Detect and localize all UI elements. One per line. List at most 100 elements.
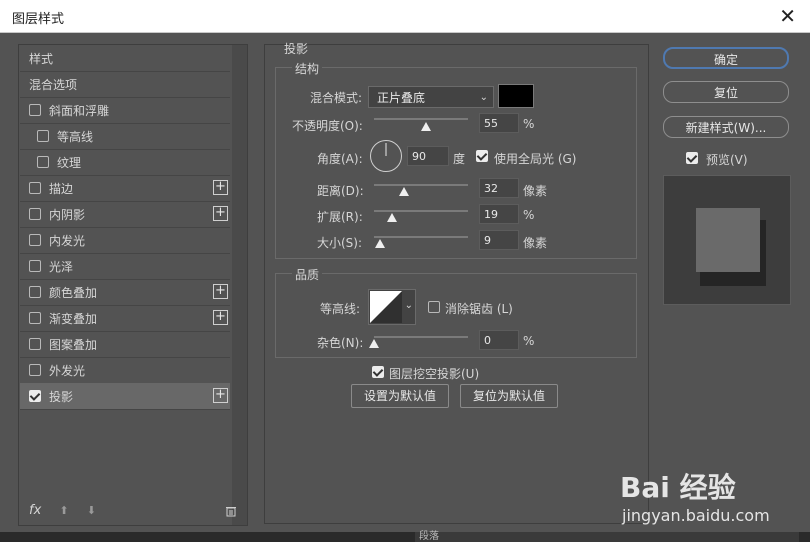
add-effect-icon[interactable]: + [213, 284, 228, 299]
angle-dial[interactable] [369, 139, 403, 173]
angle-unit: 度 [453, 152, 466, 166]
distance-unit: 像素 [523, 184, 548, 198]
style-checkbox[interactable] [29, 234, 41, 246]
antialias-checkbox[interactable] [428, 301, 440, 313]
style-checkbox[interactable] [29, 312, 41, 324]
style-list-label: 图案叠加 [49, 337, 98, 352]
distance-slider-track[interactable] [374, 184, 468, 186]
opacity-slider-track[interactable] [374, 118, 468, 120]
style-list-item[interactable]: 颜色叠加 + [20, 279, 230, 306]
opacity-field[interactable]: 55 [479, 113, 519, 133]
style-list-item[interactable]: 内发光 [20, 227, 230, 254]
size-slider-track[interactable] [374, 236, 468, 238]
style-checkbox[interactable] [37, 130, 49, 142]
size-slider-thumb[interactable] [374, 239, 385, 248]
section-title: 投影 [284, 42, 309, 56]
add-effect-icon[interactable]: + [213, 206, 228, 221]
background-app-bar: 段落 [0, 532, 810, 542]
style-checkbox[interactable] [29, 182, 41, 194]
spread-slider-thumb[interactable] [386, 213, 397, 222]
style-list-item[interactable]: 光泽 [20, 253, 230, 280]
close-icon[interactable]: ✕ [779, 4, 796, 28]
ok-button[interactable]: 确定 [663, 47, 789, 69]
knockout-label: 图层挖空投影(U) [389, 367, 480, 381]
spread-field[interactable]: 19 [479, 204, 519, 224]
preview-checkbox[interactable] [686, 152, 698, 164]
style-list-item[interactable]: 外发光 [20, 357, 230, 384]
quality-heading: 品质 [292, 266, 323, 283]
opacity-slider-thumb[interactable] [420, 122, 431, 131]
contour-picker[interactable]: ⌄ [368, 289, 416, 325]
noise-label: 杂色(N): [317, 336, 364, 350]
angle-field[interactable]: 90 [407, 146, 449, 166]
style-list-item[interactable]: 样式 [20, 45, 230, 72]
global-light-label: 使用全局光 (G) [494, 152, 577, 166]
style-list-item[interactable]: 图案叠加 [20, 331, 230, 358]
fx-button[interactable]: fx [29, 503, 41, 518]
antialias-label: 消除锯齿 (L) [445, 302, 513, 316]
add-effect-icon[interactable]: + [213, 310, 228, 325]
style-list-item[interactable]: 内阴影 + [20, 201, 230, 228]
style-list-item[interactable]: 投影 + [20, 383, 230, 410]
blend-mode-label: 混合模式: [310, 91, 363, 105]
move-up-icon[interactable]: ⬆ [59, 504, 68, 517]
baidu-watermark: Bai 经验 jingyan.baidu.com [620, 458, 810, 528]
noise-slider-track[interactable] [374, 336, 468, 338]
paragraph-panel-tab[interactable]: 段落 [415, 532, 799, 542]
reset-default-button[interactable]: 复位为默认值 [460, 384, 558, 408]
style-checkbox[interactable] [29, 390, 41, 402]
style-list-panel: 样式混合选项斜面和浮雕等高线纹理 描边 + 内阴影 + 内发光 光泽 颜色叠加 + 渐变叠加 + 图案… [18, 44, 248, 526]
distance-field[interactable]: 32 [479, 178, 519, 198]
set-default-button[interactable]: 设置为默认值 [351, 384, 449, 408]
style-checkbox[interactable] [29, 260, 41, 272]
spread-label: 扩展(R): [317, 210, 363, 224]
noise-field[interactable]: 0 [479, 330, 519, 350]
style-preview [663, 175, 791, 305]
contour-dropdown-icon[interactable]: ⌄ [405, 300, 413, 311]
spread-unit: % [523, 208, 535, 222]
style-checkbox[interactable] [29, 208, 41, 220]
opacity-label: 不透明度(O): [292, 119, 363, 133]
style-list-label: 投影 [49, 389, 74, 404]
style-list-scrollbar[interactable] [232, 45, 247, 525]
style-list-footer: fx ⬆ ⬇ [29, 503, 110, 518]
move-down-icon[interactable]: ⬇ [87, 504, 96, 517]
style-list-item[interactable]: 混合选项 [20, 71, 230, 98]
noise-unit: % [523, 334, 535, 348]
preview-label: 预览(V) [706, 153, 748, 167]
style-checkbox[interactable] [29, 104, 41, 116]
contour-preview-icon [370, 291, 402, 323]
style-checkbox[interactable] [29, 286, 41, 298]
noise-slider-thumb[interactable] [369, 339, 379, 348]
style-checkbox[interactable] [37, 156, 49, 168]
new-style-button[interactable]: 新建样式(W)... [663, 116, 789, 138]
size-field[interactable]: 9 [479, 230, 519, 250]
style-checkbox[interactable] [29, 338, 41, 350]
blend-mode-select[interactable]: 正片叠底 ⌄ [368, 86, 494, 108]
style-checkbox[interactable] [29, 364, 41, 376]
size-label: 大小(S): [317, 236, 363, 250]
add-effect-icon[interactable]: + [213, 388, 228, 403]
style-list-item[interactable]: 描边 + [20, 175, 230, 202]
spread-slider-track[interactable] [374, 210, 468, 212]
style-list-item[interactable]: 斜面和浮雕 [20, 97, 230, 124]
distance-label: 距离(D): [317, 184, 364, 198]
style-list-label: 混合选项 [29, 77, 78, 92]
style-list-item[interactable]: 纹理 [20, 149, 230, 176]
shadow-color-swatch[interactable] [498, 84, 534, 108]
structure-heading: 结构 [292, 60, 323, 77]
style-list-label: 内阴影 [49, 207, 86, 222]
style-list-label: 等高线 [57, 129, 94, 144]
distance-slider-thumb[interactable] [399, 187, 410, 196]
watermark-url: jingyan.baidu.com [622, 506, 770, 525]
dialog-titlebar: 图层样式 ✕ [0, 0, 810, 33]
knockout-checkbox[interactable] [372, 366, 384, 378]
reset-button[interactable]: 复位 [663, 81, 789, 103]
style-list-item[interactable]: 渐变叠加 + [20, 305, 230, 332]
style-list-item[interactable]: 等高线 [20, 123, 230, 150]
trash-icon[interactable] [225, 505, 237, 517]
global-light-checkbox[interactable] [476, 150, 488, 162]
angle-label: 角度(A): [317, 152, 363, 166]
add-effect-icon[interactable]: + [213, 180, 228, 195]
chevron-down-icon: ⌄ [479, 92, 488, 103]
